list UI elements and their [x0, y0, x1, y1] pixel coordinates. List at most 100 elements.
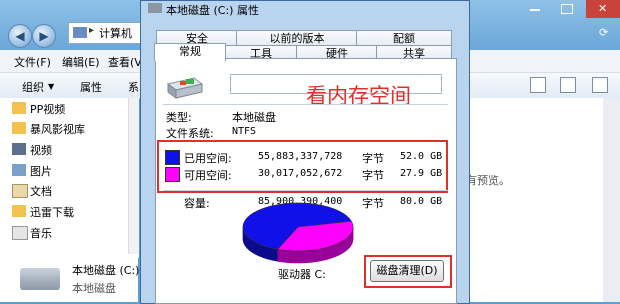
drive-label: 驱动器 C:	[278, 266, 326, 282]
free-space-unit: 字节	[362, 167, 384, 183]
pie-side-free	[310, 250, 313, 262]
help-icon[interactable]	[592, 77, 608, 93]
used-space-color-swatch	[165, 150, 180, 165]
type-label: 类型:	[166, 109, 192, 125]
drive-icon	[148, 3, 162, 13]
details-drive-type: 本地磁盘	[72, 280, 116, 296]
minimize-icon	[530, 9, 540, 11]
system-button[interactable]: 系	[128, 79, 139, 95]
tab-quota[interactable]: 配额	[356, 30, 452, 46]
maximize-button[interactable]	[552, 0, 582, 18]
minimize-button[interactable]	[520, 0, 550, 18]
hard-drive-icon	[20, 268, 60, 290]
free-space-color-swatch	[165, 167, 180, 182]
sidebar-item-baofeng[interactable]: 暴风影视库	[30, 121, 85, 137]
forward-arrow-icon: ▶	[33, 25, 55, 47]
pie-side-free	[286, 250, 289, 262]
folder-icon	[12, 102, 26, 114]
pie-side-free	[289, 251, 292, 263]
pie-side-free	[336, 243, 338, 256]
view-options-icon[interactable]	[530, 77, 546, 93]
refresh-icon[interactable]: ⟳	[599, 26, 608, 39]
pie-side-free	[332, 245, 334, 258]
tab-general[interactable]: 常规	[154, 43, 226, 61]
disk-cleanup-button[interactable]: 磁盘清理(D)	[370, 260, 444, 282]
disk-usage-pie	[240, 197, 356, 267]
sidebar-scrollbar[interactable]	[128, 98, 139, 258]
pie-side-free	[316, 249, 319, 261]
pie-side-free	[298, 251, 301, 263]
free-space-bytes: 30,017,052,672	[258, 168, 342, 179]
maximize-icon	[561, 4, 573, 14]
pie-side-free	[330, 246, 332, 259]
pie-side-free	[322, 248, 325, 261]
pie-side-free	[281, 250, 284, 262]
sidebar-item-videos[interactable]: 视频	[30, 142, 52, 158]
free-space-size: 27.9 GB	[400, 168, 442, 179]
details-drive-name: 本地磁盘 (C:)	[72, 262, 139, 278]
used-space-label: 已用空间:	[184, 150, 232, 166]
pie-side-used	[273, 248, 278, 261]
documents-icon	[12, 184, 28, 198]
pie-side-used	[268, 247, 273, 260]
properties-button[interactable]: 属性	[80, 79, 102, 95]
pie-side-free	[292, 251, 295, 263]
organize-button[interactable]: 组织	[22, 79, 44, 95]
content-scrollbar[interactable]	[603, 98, 620, 302]
used-space-size: 52.0 GB	[400, 151, 442, 162]
pie-side-used	[255, 242, 259, 256]
close-icon: ✕	[598, 2, 607, 15]
pie-side-used	[252, 240, 255, 254]
sidebar-item-xunlei[interactable]: 迅雷下载	[30, 204, 74, 220]
pie-side-free	[324, 247, 327, 260]
pie-side-used	[263, 246, 268, 259]
pie-side-free	[313, 250, 316, 262]
sidebar-item-documents[interactable]: 文档	[30, 183, 52, 199]
preview-area	[468, 98, 620, 302]
computer-icon	[73, 27, 87, 38]
pie-side-free	[301, 251, 304, 263]
filesystem-label: 文件系统:	[166, 125, 214, 141]
sidebar-item-pictures[interactable]: 图片	[30, 163, 52, 179]
free-space-label: 可用空间:	[184, 167, 232, 183]
video-library-icon	[12, 143, 26, 155]
capacity-label: 容量:	[184, 195, 210, 211]
pie-side-free	[278, 249, 281, 261]
tab-previous-versions[interactable]: 以前的版本	[236, 30, 358, 46]
capacity-size: 80.0 GB	[400, 196, 442, 207]
folder-icon	[12, 205, 26, 217]
pie-side-free	[307, 250, 310, 262]
sidebar-item-music[interactable]: 音乐	[30, 225, 52, 241]
dialog-title: 本地磁盘 (C:) 属性	[166, 2, 259, 18]
sidebar-item-pp-video[interactable]: PP视频	[30, 101, 65, 117]
pie-side-free	[334, 244, 336, 257]
forward-button[interactable]: ▶	[32, 24, 56, 48]
pie-side-free	[295, 251, 298, 263]
separator	[163, 190, 448, 191]
annotation-text: 看内存空间	[306, 80, 411, 110]
chevron-down-icon: ▼	[48, 82, 54, 91]
drive-large-icon	[164, 74, 204, 100]
back-arrow-icon: ◀	[9, 25, 31, 47]
pictures-icon	[12, 164, 26, 176]
pie-side-free	[327, 247, 330, 260]
pie-side-free	[319, 249, 322, 262]
separator	[163, 104, 448, 105]
menu-edit[interactable]: 编辑(E)	[62, 54, 100, 70]
back-button[interactable]: ◀	[8, 24, 32, 48]
pie-side-free	[304, 251, 307, 263]
pie-side-used	[259, 244, 263, 258]
menu-file[interactable]: 文件(F)	[14, 54, 51, 70]
music-icon	[12, 226, 28, 240]
chevron-right-icon: ▸	[89, 25, 94, 36]
used-space-unit: 字节	[362, 150, 384, 166]
breadcrumb: 计算机	[99, 25, 132, 41]
used-space-bytes: 55,883,337,728	[258, 151, 342, 162]
close-button[interactable]: ✕	[586, 0, 620, 18]
type-value: 本地磁盘	[232, 109, 276, 125]
preview-pane-icon[interactable]	[560, 77, 576, 93]
tab-strip: 安全 以前的版本 配额 常规 工具 硬件 共享	[150, 20, 460, 60]
filesystem-value: NTFS	[232, 126, 256, 137]
capacity-unit: 字节	[362, 195, 384, 211]
folder-icon	[12, 122, 26, 134]
